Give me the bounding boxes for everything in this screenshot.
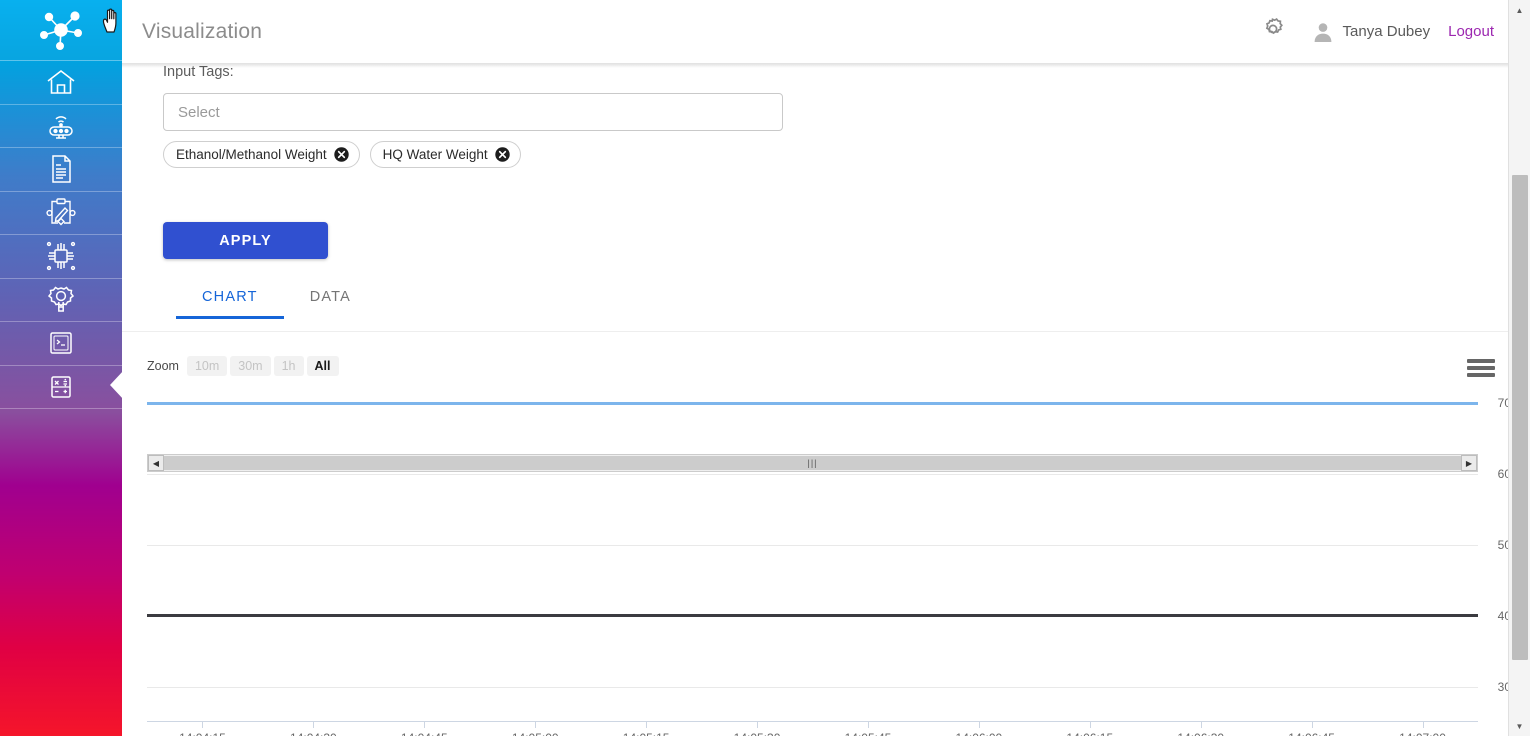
x-axis-tick	[867, 722, 869, 728]
y-axis-tick-label: 30	[1497, 679, 1508, 694]
view-tabs: CHART DATA	[176, 289, 377, 319]
chevron-left-icon	[108, 370, 124, 404]
y-axis-tick-label: 70	[1497, 396, 1508, 411]
header-actions: Tanya Dubey Logout	[1256, 15, 1494, 49]
scrollbar-thumb[interactable]	[1512, 175, 1528, 660]
tag-chip[interactable]: Ethanol/Methanol Weight	[163, 141, 360, 168]
scroll-down-icon[interactable]: ▼	[1509, 716, 1530, 736]
gear-wrench-icon	[44, 283, 78, 317]
x-axis-tick	[757, 722, 759, 728]
chip-icon	[44, 239, 78, 273]
scroll-left-icon[interactable]: ◀	[148, 455, 164, 471]
x-axis-tick-label: 14:05:45	[845, 731, 892, 736]
header-shadow	[122, 64, 1508, 68]
user-name: Tanya Dubey	[1342, 23, 1431, 40]
settings-button[interactable]	[1256, 15, 1290, 49]
sidebar-item-calculations[interactable]	[0, 366, 122, 409]
gateway-icon	[44, 109, 78, 143]
tabs-divider	[122, 331, 1508, 332]
sidebar-collapse-toggle[interactable]	[108, 370, 124, 400]
sidebar-item-circuit-editor[interactable]	[0, 192, 122, 235]
hamburger-menu-icon[interactable]	[1467, 357, 1495, 379]
chart-navigator-scrollbar[interactable]: ◀ ||| ▶	[147, 454, 1478, 472]
page-title: Visualization	[142, 19, 263, 43]
calculator-icon	[44, 370, 78, 404]
x-axis-tick-label: 14:04:45	[401, 731, 448, 736]
x-axis-tick	[1422, 722, 1424, 728]
sidebar-item-console[interactable]	[0, 322, 122, 366]
x-axis-tick	[1311, 722, 1313, 728]
x-axis-tick-label: 14:04:30	[290, 731, 337, 736]
scroll-up-icon[interactable]: ▲	[1509, 0, 1530, 20]
tag-chip-label: HQ Water Weight	[382, 147, 488, 162]
x-axis-tick-label: 14:04:15	[179, 731, 226, 736]
logout-link[interactable]: Logout	[1448, 23, 1494, 40]
home-icon	[44, 65, 78, 99]
remove-circle-icon[interactable]	[494, 147, 510, 162]
x-axis-tick-label: 14:06:45	[1288, 731, 1335, 736]
app-header: Visualization Tanya Dubey Logout	[122, 0, 1508, 64]
x-axis-tick-label: 14:06:15	[1066, 731, 1113, 736]
navigator-thumb[interactable]: |||	[164, 456, 1461, 470]
zoom-range-1h[interactable]: 1h	[273, 356, 304, 376]
tag-chip-label: Ethanol/Methanol Weight	[176, 147, 327, 162]
y-axis-tick-label: 40	[1497, 608, 1508, 623]
x-axis-tick-label: 14:05:00	[512, 731, 559, 736]
x-axis-tick-label: 14:06:00	[956, 731, 1003, 736]
page-scrollbar[interactable]: ▲ ▼	[1508, 0, 1530, 736]
chart-plot-area: 70 60 50 40 30	[147, 382, 1508, 722]
x-axis-tick-label: 14:05:15	[623, 731, 670, 736]
x-axis-tick	[535, 722, 537, 728]
zoom-range-all[interactable]: All	[306, 356, 339, 376]
tag-chip[interactable]: HQ Water Weight	[369, 141, 521, 168]
chart-series-line-0	[147, 401, 1478, 405]
remove-circle-icon[interactable]	[333, 147, 349, 162]
sidebar-item-configuration[interactable]	[0, 279, 122, 322]
x-axis-tick	[1200, 722, 1202, 728]
x-axis-tick-label: 14:06:30	[1177, 731, 1224, 736]
terminal-icon	[44, 326, 78, 360]
y-axis-tick-label: 50	[1497, 537, 1508, 552]
sidebar-item-device[interactable]	[0, 235, 122, 279]
chart-zoom-controls: Zoom 10m 30m 1h All	[147, 356, 339, 376]
x-axis-tick-label: 14:05:30	[734, 731, 781, 736]
zoom-range-10m[interactable]: 10m	[186, 356, 228, 376]
x-axis-tick	[424, 722, 426, 728]
apply-button[interactable]: APPLY	[163, 222, 328, 259]
zoom-range-30m[interactable]: 30m	[230, 356, 271, 376]
x-axis-tick	[646, 722, 648, 728]
chart-gridline	[147, 686, 1478, 688]
app-root: Visualization Tanya Dubey Logout Input T…	[0, 0, 1530, 736]
avatar	[1312, 21, 1334, 43]
tag-select-input[interactable]: Select	[163, 93, 783, 131]
x-axis-tick	[313, 722, 315, 728]
sidebar	[0, 0, 124, 736]
chart-gridline	[147, 474, 1478, 476]
line-chart: 70 60 50 40 30 14:04:15 14:04:30 14:04:45 14:05…	[122, 382, 1508, 736]
chart-gridline	[147, 544, 1478, 546]
y-axis-tick-label: 60	[1497, 467, 1508, 482]
sidebar-item-gateway[interactable]	[0, 105, 122, 148]
zoom-label: Zoom	[147, 359, 179, 373]
chart-x-axis: 14:04:15 14:04:30 14:04:45 14:05:00 14:05:15…	[147, 722, 1478, 736]
network-hub-icon	[33, 9, 89, 51]
sidebar-item-home[interactable]	[0, 61, 122, 105]
x-axis-tick	[1089, 722, 1091, 728]
sidebar-item-documents[interactable]	[0, 148, 122, 192]
tab-chart[interactable]: CHART	[176, 289, 284, 319]
document-icon	[44, 152, 78, 186]
navigator-grip: |||	[807, 458, 818, 468]
x-axis-tick	[978, 722, 980, 728]
chart-series-line-1	[147, 614, 1478, 618]
gear-icon	[1260, 16, 1286, 47]
scroll-right-icon[interactable]: ▶	[1461, 455, 1477, 471]
main-content: Input Tags: Select Ethanol/Methanol Weig…	[122, 64, 1508, 736]
x-axis-tick-label: 14:07:00	[1399, 731, 1446, 736]
tag-select-placeholder: Select	[178, 103, 220, 121]
selected-tags-list: Ethanol/Methanol Weight HQ Water Weight	[163, 141, 521, 168]
tab-data[interactable]: DATA	[284, 289, 377, 319]
app-logo[interactable]	[0, 0, 122, 61]
x-axis-tick	[202, 722, 204, 728]
circuit-edit-icon	[44, 196, 78, 230]
